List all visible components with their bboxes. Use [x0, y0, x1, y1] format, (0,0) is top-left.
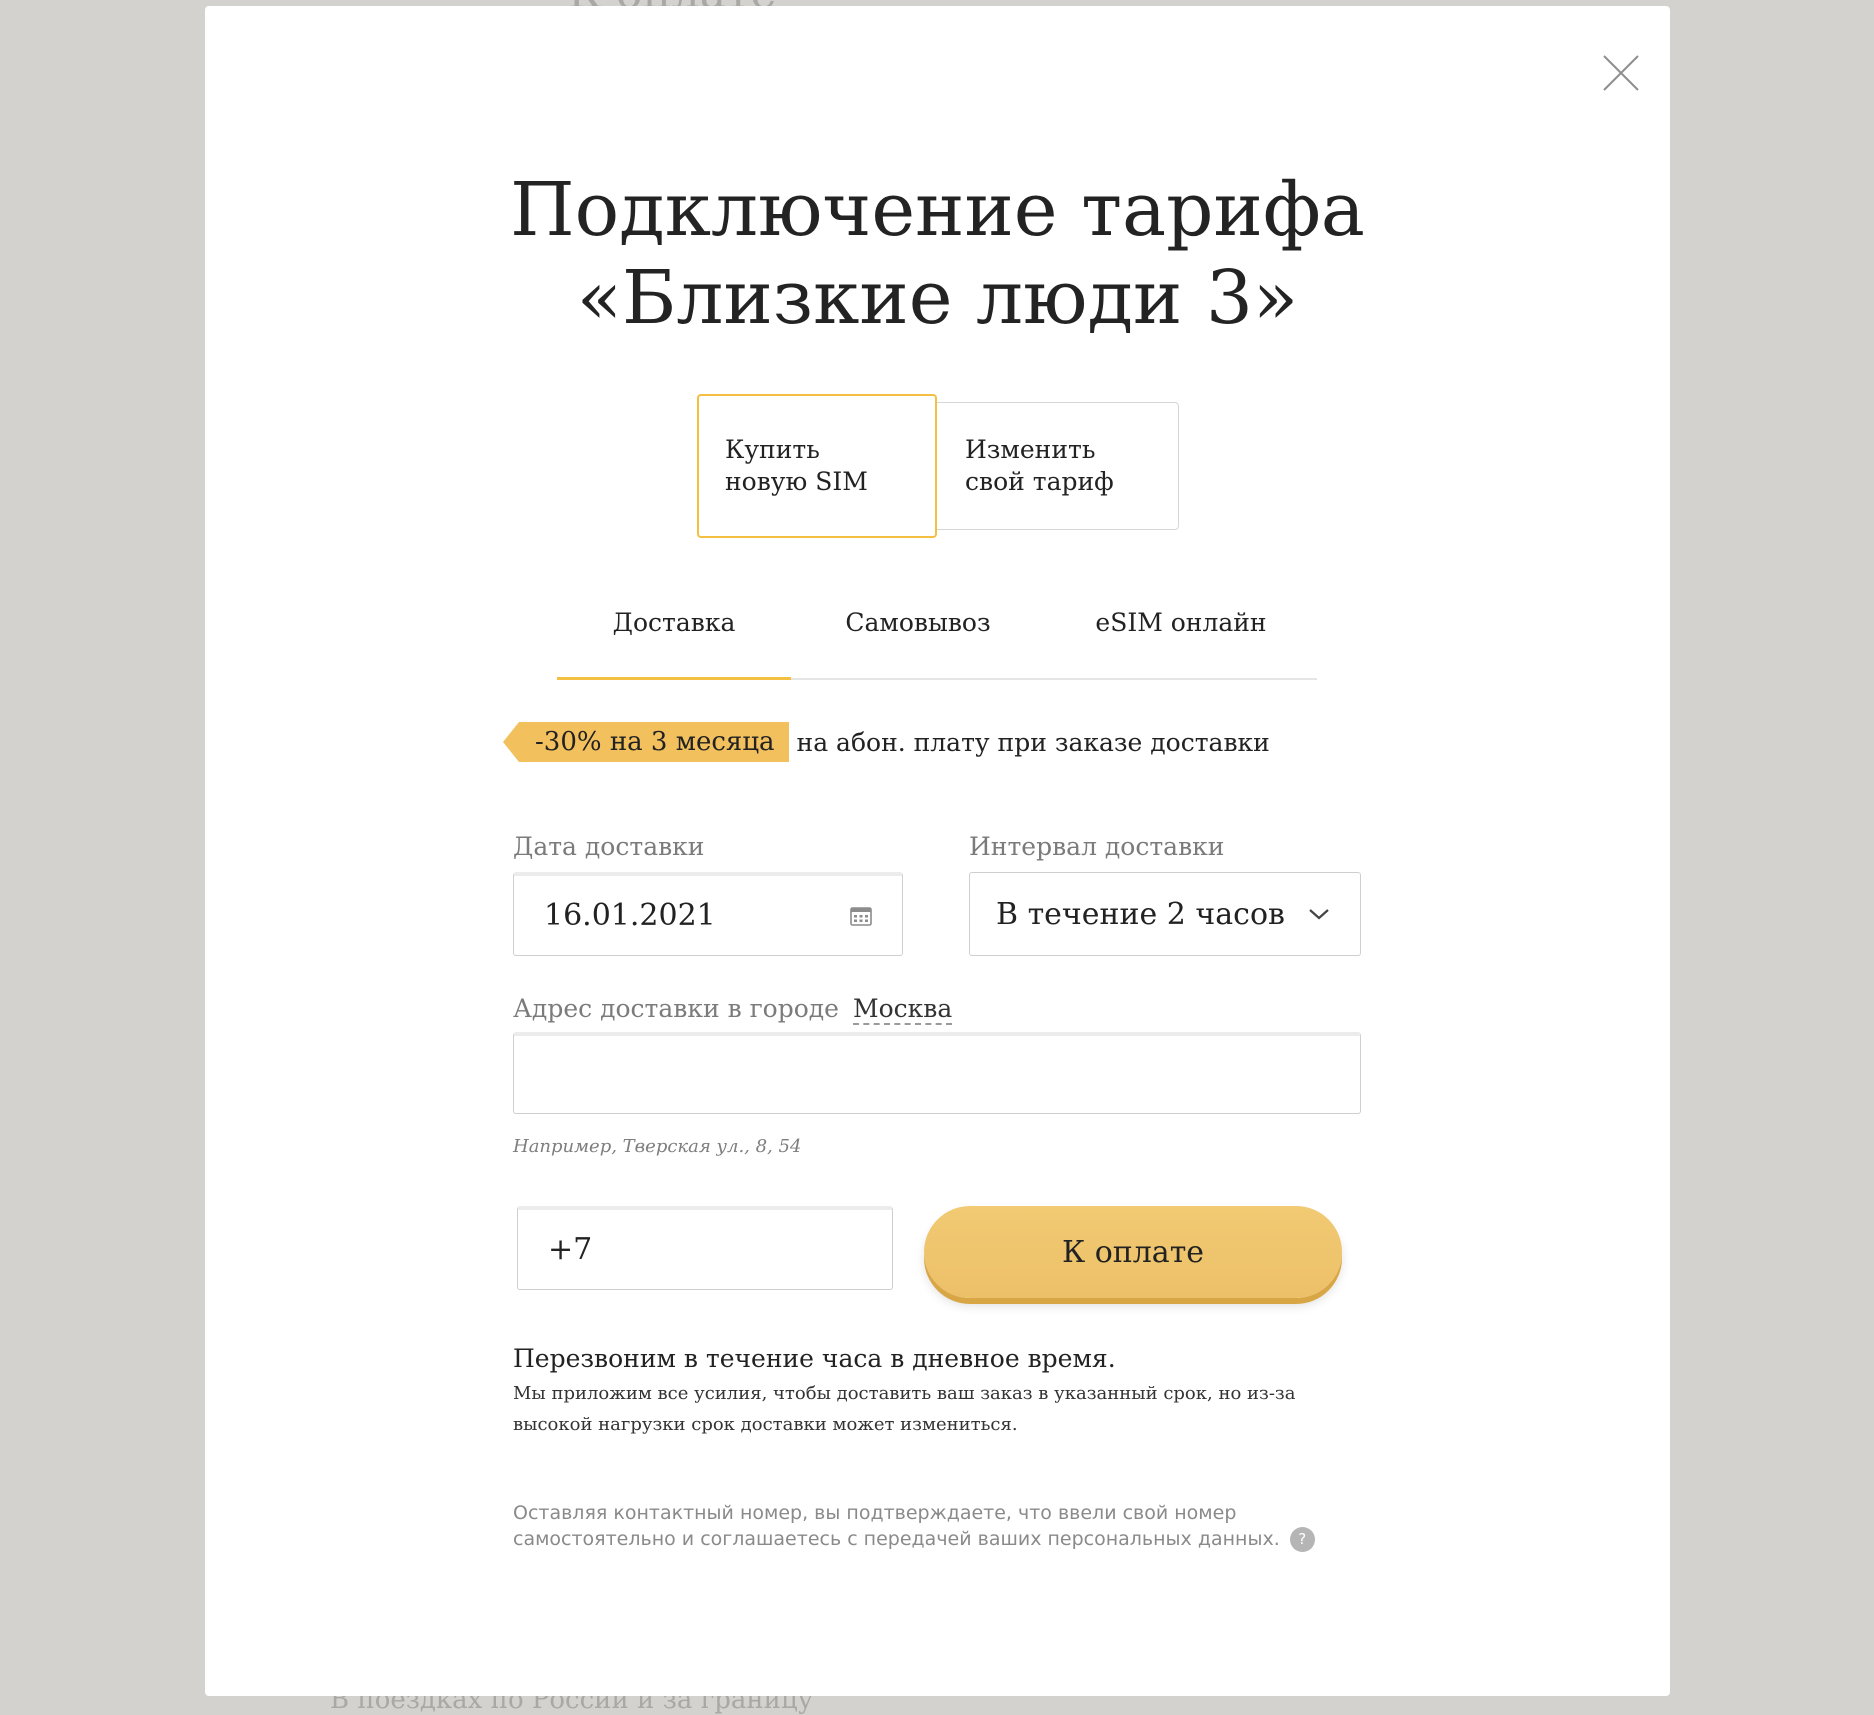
modal-title-line2: «Близкие люди 3»	[576, 255, 1299, 341]
delivery-interval-label: Интервал доставки	[969, 832, 1225, 861]
chevron-down-icon	[1309, 909, 1329, 920]
promo-badge: -30% на 3 месяца	[503, 722, 789, 762]
tariff-modal: Подключение тарифа «Близкие люди 3» Купи…	[205, 6, 1670, 1696]
choice-buy-new-sim[interactable]: Купить новую SIM	[697, 394, 937, 538]
tab-pickup[interactable]: Самовывоз	[791, 596, 1045, 678]
close-icon	[1603, 55, 1639, 91]
question-icon[interactable]: ?	[1289, 1527, 1315, 1552]
pay-button[interactable]: К оплате	[924, 1206, 1342, 1298]
phone-value: +7	[548, 1232, 593, 1267]
modal-title: Подключение тарифа «Близкие люди 3»	[205, 166, 1670, 342]
delivery-address-hint: Например, Тверская ул., 8, 54	[513, 1136, 802, 1157]
delivery-interval-value: В течение 2 часов	[996, 896, 1285, 932]
close-button[interactable]	[1590, 42, 1644, 96]
choice-change-tariff[interactable]: Изменить свой тариф	[935, 402, 1179, 530]
delivery-tabs: Доставка Самовывоз eSIM онлайн	[557, 596, 1317, 680]
callback-note: Мы приложим все усилия, чтобы доставить …	[513, 1383, 1296, 1435]
tab-esim-online[interactable]: eSIM онлайн	[1045, 596, 1317, 678]
promo-text: на абон. плату при заказе доставки	[796, 727, 1270, 757]
tab-delivery[interactable]: Доставка	[557, 596, 791, 680]
delivery-date-input[interactable]: 16.01.2021	[513, 872, 903, 956]
delivery-address-input[interactable]	[513, 1032, 1361, 1114]
consent-text: Оставляя контактный номер, вы подтвержда…	[513, 1500, 1333, 1552]
delivery-date-value: 16.01.2021	[544, 898, 716, 933]
calendar-icon[interactable]	[850, 906, 872, 926]
delivery-address-label-text: Адрес доставки в городе	[513, 994, 839, 1023]
city-selector-link[interactable]: Москва	[852, 994, 953, 1025]
delivery-interval-select[interactable]: В течение 2 часов	[969, 872, 1361, 956]
choice-change-tariff-label: Изменить свой тариф	[965, 435, 1114, 496]
phone-input[interactable]: +7	[517, 1206, 893, 1290]
modal-title-line1: Подключение тарифа	[510, 167, 1365, 253]
callback-title: Перезвоним в течение часа в дневное врем…	[513, 1344, 1116, 1373]
promo-banner: -30% на 3 месяца на абон. плату при зака…	[503, 722, 1270, 762]
delivery-address-label: Адрес доставки в городе Москва	[513, 994, 953, 1025]
choice-buy-new-sim-label: Купить новую SIM	[725, 435, 868, 496]
delivery-date-label: Дата доставки	[513, 832, 705, 861]
consent-text-body: Оставляя контактный номер, вы подтвержда…	[513, 1502, 1280, 1550]
